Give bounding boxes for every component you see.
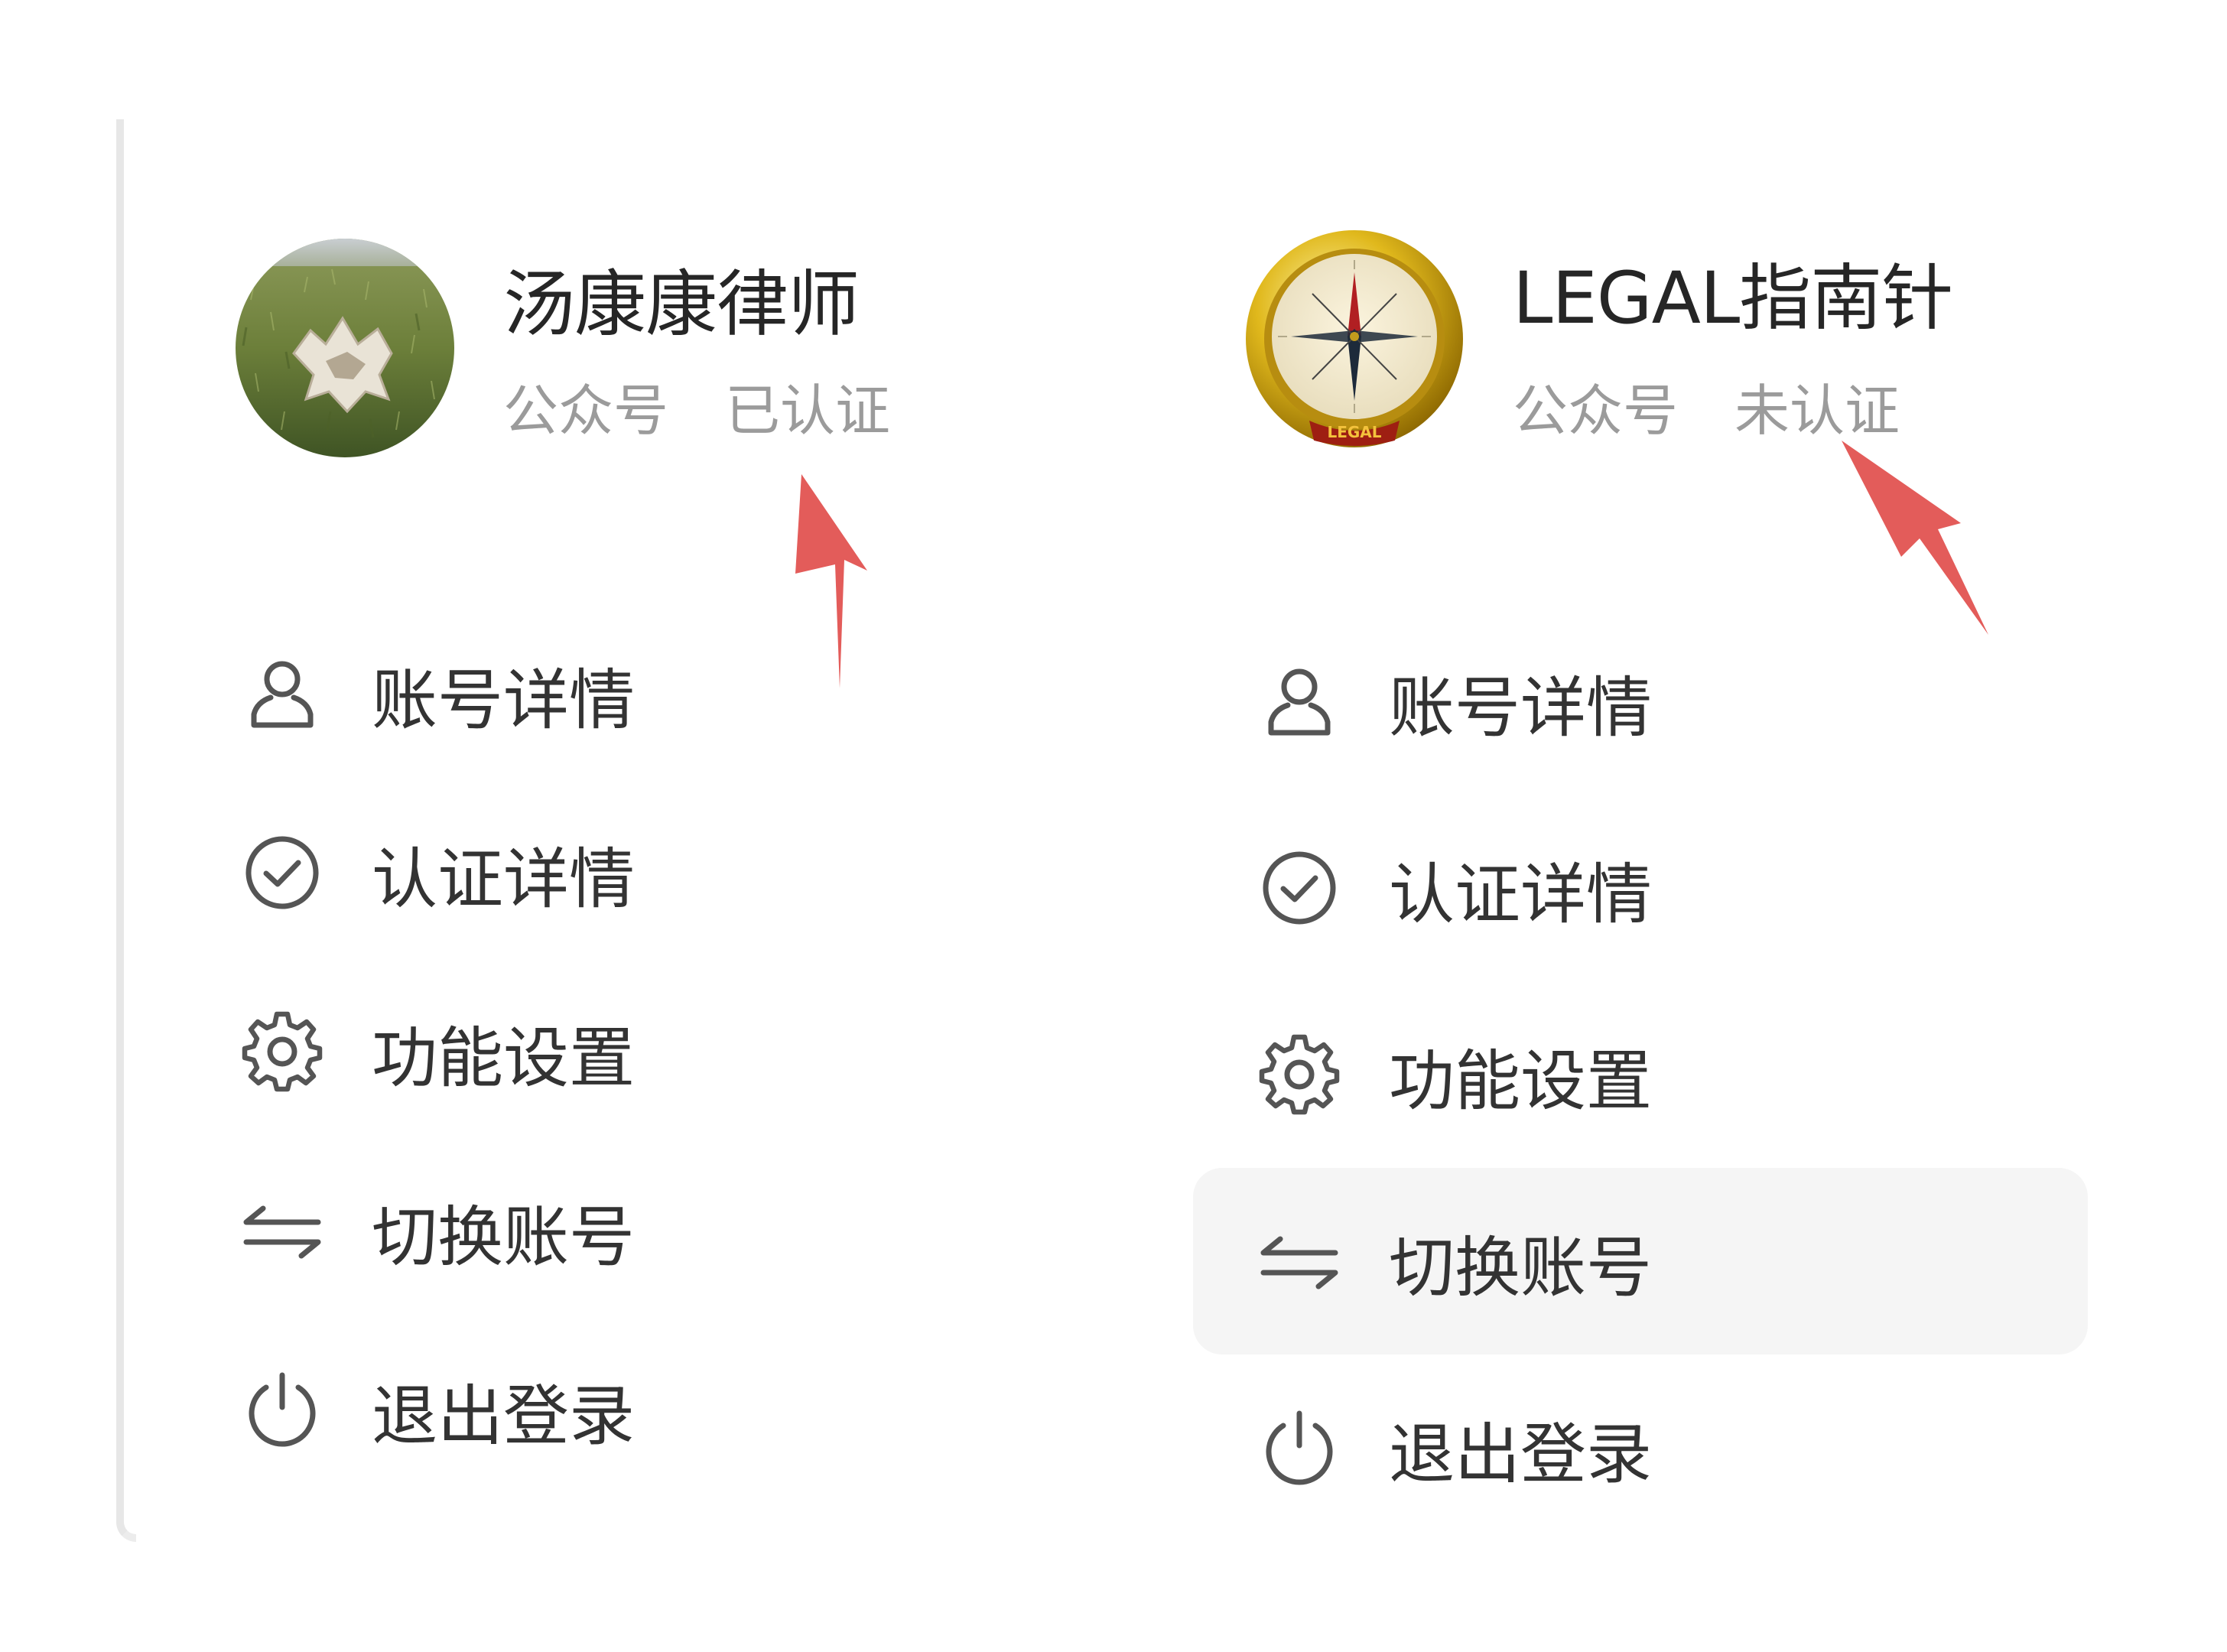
account-avatar[interactable] (236, 239, 454, 457)
gear-icon (1257, 1032, 1341, 1117)
account-meta: 公众号 已认证 (503, 366, 890, 446)
account-menu: 账号详情 认证详情 功能设置 切换账号 退出登录 (1193, 608, 2088, 1541)
menu-item-label: 功能设置 (1389, 1042, 1652, 1120)
menu-item-label: 账号详情 (372, 662, 635, 739)
user-icon (240, 652, 324, 736)
power-icon (1257, 1406, 1341, 1490)
menu-item-label: 账号详情 (1389, 669, 1652, 746)
user-icon (1257, 659, 1341, 743)
verification-status: 未认证 (1734, 379, 1900, 443)
menu-item-label: 退出登录 (1389, 1416, 1652, 1493)
menu-item-account-details[interactable]: 账号详情 (229, 604, 1124, 783)
account-type: 公众号 (503, 379, 669, 443)
account-name: LEGAL指南针 (1513, 257, 1953, 340)
menu-item-label: 功能设置 (372, 1019, 635, 1097)
menu-item-feature-settings[interactable]: 功能设置 (229, 962, 1124, 1141)
menu-item-switch-account[interactable]: 切换账号 (1193, 1168, 2088, 1354)
menu-item-label: 切换账号 (372, 1198, 635, 1276)
menu-item-label: 切换账号 (1389, 1229, 1652, 1306)
menu-item-verification-details[interactable]: 认证详情 (1193, 795, 2088, 981)
switch-arrows-icon (1257, 1219, 1341, 1303)
compass-avatar-text: LEGAL (1327, 423, 1381, 441)
check-circle-icon (1257, 846, 1341, 930)
menu-item-label: 认证详情 (1389, 856, 1652, 933)
account-panel-verified: 汤康康律师 公众号 已认证 账号详情 认证详情 功能设置 切换账号 退出登录 (229, 0, 1193, 1652)
menu-item-label: 退出登录 (372, 1377, 635, 1455)
check-circle-icon (240, 831, 324, 915)
account-avatar[interactable]: LEGAL (1245, 229, 1464, 448)
grass-field-avatar-icon (236, 239, 454, 457)
account-panel-unverified: LEGAL LEGAL指南针 公众号 未认证 账号详情 认证详情 功能设置 切换账… (1193, 0, 2203, 1652)
switch-arrows-icon (240, 1189, 324, 1273)
menu-item-logout[interactable]: 退出登录 (1193, 1354, 2088, 1541)
power-icon (240, 1367, 324, 1452)
menu-item-switch-account[interactable]: 切换账号 (229, 1141, 1124, 1320)
menu-item-label: 认证详情 (372, 841, 635, 918)
menu-item-account-details[interactable]: 账号详情 (1193, 608, 2088, 795)
account-type: 公众号 (1513, 379, 1679, 443)
account-menu: 账号详情 认证详情 功能设置 切换账号 退出登录 (229, 604, 1124, 1499)
menu-item-logout[interactable]: 退出登录 (229, 1320, 1124, 1499)
menu-item-verification-details[interactable]: 认证详情 (229, 783, 1124, 962)
panel-border (116, 119, 136, 1542)
account-name: 汤康康律师 (503, 263, 860, 346)
menu-item-feature-settings[interactable]: 功能设置 (1193, 981, 2088, 1168)
gear-icon (240, 1010, 324, 1094)
verification-status: 已认证 (725, 379, 891, 443)
compass-avatar-icon: LEGAL (1245, 229, 1464, 448)
